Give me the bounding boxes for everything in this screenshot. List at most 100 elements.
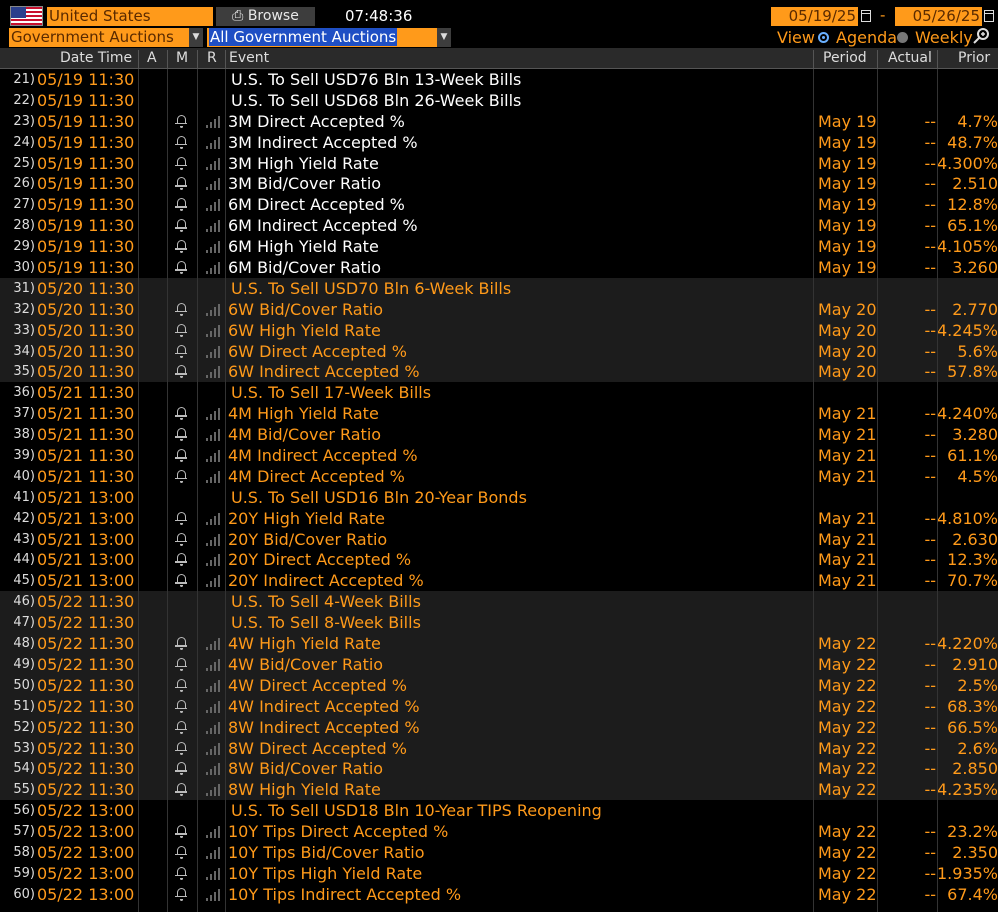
alert-bell-icon[interactable]	[173, 299, 191, 320]
event-name[interactable]: 8W High Yield Rate	[228, 779, 381, 800]
event-name[interactable]: 4W Indirect Accepted %	[228, 696, 420, 717]
table-row[interactable]: 31) 05/20 11:30 U.S. To Sell USD70 Bln 6-W…	[0, 277, 998, 299]
event-name[interactable]: 6W Indirect Accepted %	[228, 361, 420, 382]
event-name[interactable]: 6W Bid/Cover Ratio	[228, 299, 383, 320]
event-name[interactable]: 4M Direct Accepted %	[228, 466, 405, 487]
event-name[interactable]: 10Y Tips Indirect Accepted %	[228, 884, 461, 905]
table-row[interactable]: 45) 05/21 13:00 20Y Indirect Accepted % May…	[0, 570, 998, 591]
category-dropdown-icon[interactable]: ▼	[189, 28, 203, 47]
event-name[interactable]: 3M High Yield Rate	[228, 153, 379, 174]
event-name[interactable]: 8W Bid/Cover Ratio	[228, 758, 383, 779]
event-name[interactable]: 6W High Yield Rate	[228, 320, 381, 341]
agenda-radio[interactable]	[818, 32, 829, 43]
col-prior[interactable]: Prior	[958, 48, 990, 69]
alert-bell-icon[interactable]	[173, 738, 191, 759]
alert-bell-icon[interactable]	[173, 361, 191, 382]
start-date-field[interactable]: 05/19/25	[771, 7, 858, 26]
alert-bell-icon[interactable]	[173, 549, 191, 570]
country-field[interactable]: United States	[47, 7, 213, 26]
event-name[interactable]: 20Y Direct Accepted %	[228, 549, 411, 570]
agenda-label[interactable]: Agenda	[836, 28, 897, 48]
event-name[interactable]: 6M Indirect Accepted %	[228, 215, 418, 236]
table-row[interactable]: 52) 05/22 11:30 8W Indirect Accepted % May …	[0, 716, 998, 738]
subcategory-select[interactable]: All Government Auctions	[207, 28, 437, 47]
event-name[interactable]: 10Y Tips High Yield Rate	[228, 863, 422, 884]
end-calendar-icon[interactable]	[984, 10, 994, 22]
alert-bell-icon[interactable]	[173, 424, 191, 445]
end-date-field[interactable]: 05/26/25	[895, 7, 982, 26]
alert-bell-icon[interactable]	[173, 466, 191, 487]
table-row[interactable]: 58) 05/22 13:00 10Y Tips Bid/Cover Ratio Ma…	[0, 842, 998, 863]
alert-bell-icon[interactable]	[173, 696, 191, 717]
start-calendar-icon[interactable]	[861, 10, 871, 22]
table-row[interactable]: 59) 05/22 13:00 10Y Tips High Yield Rate Ma…	[0, 863, 998, 884]
table-row[interactable]: 29) 05/19 11:30 6M High Yield Rate May 19 --…	[0, 236, 998, 257]
table-row[interactable]: 39) 05/21 11:30 4M Indirect Accepted % May …	[0, 445, 998, 466]
event-group-title[interactable]: U.S. To Sell USD18 Bln 10-Year TIPS Reop…	[231, 800, 602, 821]
table-row[interactable]: 54) 05/22 11:30 8W Bid/Cover Ratio May 22 --…	[0, 758, 998, 780]
col-period[interactable]: Period	[823, 48, 867, 69]
alert-bell-icon[interactable]	[173, 570, 191, 591]
table-row[interactable]: 26) 05/19 11:30 3M Bid/Cover Ratio May 19 --…	[0, 173, 998, 194]
col-actual[interactable]: Actual	[888, 48, 932, 69]
alert-bell-icon[interactable]	[173, 215, 191, 236]
event-name[interactable]: 20Y Indirect Accepted %	[228, 570, 424, 591]
alert-bell-icon[interactable]	[173, 654, 191, 675]
event-name[interactable]: 20Y Bid/Cover Ratio	[228, 529, 387, 550]
event-name[interactable]: 8W Indirect Accepted %	[228, 717, 420, 738]
event-name[interactable]: 4W Direct Accepted %	[228, 675, 407, 696]
table-row[interactable]: 40) 05/21 11:30 4M Direct Accepted % May 21…	[0, 466, 998, 487]
event-name[interactable]: 6M High Yield Rate	[228, 236, 379, 257]
col-r[interactable]: R	[207, 48, 217, 69]
event-name[interactable]: 4W Bid/Cover Ratio	[228, 654, 383, 675]
table-row[interactable]: 35) 05/20 11:30 6W Indirect Accepted % May …	[0, 361, 998, 383]
event-group-title[interactable]: U.S. To Sell USD76 Bln 13-Week Bills	[231, 69, 521, 90]
table-row[interactable]: 24) 05/19 11:30 3M Indirect Accepted % May …	[0, 132, 998, 153]
event-group-title[interactable]: U.S. To Sell USD68 Bln 26-Week Bills	[231, 90, 521, 111]
table-row[interactable]: 34) 05/20 11:30 6W Direct Accepted % May 20…	[0, 340, 998, 362]
alert-bell-icon[interactable]	[173, 717, 191, 738]
event-name[interactable]: 10Y Tips Bid/Cover Ratio	[228, 842, 425, 863]
event-name[interactable]: 4M High Yield Rate	[228, 403, 379, 424]
table-row[interactable]: 60) 05/22 13:00 10Y Tips Indirect Accepted…	[0, 884, 998, 905]
table-row[interactable]: 21) 05/19 11:30 U.S. To Sell USD76 Bln 13-…	[0, 69, 998, 90]
alert-bell-icon[interactable]	[173, 194, 191, 215]
alert-bell-icon[interactable]	[173, 633, 191, 654]
weekly-radio[interactable]	[897, 32, 908, 43]
table-row[interactable]: 27) 05/19 11:30 6M Direct Accepted % May 19…	[0, 194, 998, 215]
alert-bell-icon[interactable]	[173, 821, 191, 842]
event-name[interactable]: 6W Direct Accepted %	[228, 341, 407, 362]
us-flag-icon[interactable]	[10, 6, 43, 26]
event-name[interactable]: 4W High Yield Rate	[228, 633, 381, 654]
alert-bell-icon[interactable]	[173, 153, 191, 174]
table-row[interactable]: 33) 05/20 11:30 6W High Yield Rate May 20 --…	[0, 319, 998, 341]
event-group-title[interactable]: U.S. To Sell 4-Week Bills	[231, 591, 421, 612]
table-row[interactable]: 42) 05/21 13:00 20Y High Yield Rate May 21 -…	[0, 508, 998, 529]
alert-bell-icon[interactable]	[173, 236, 191, 257]
event-group-title[interactable]: U.S. To Sell 17-Week Bills	[231, 382, 431, 403]
table-row[interactable]: 37) 05/21 11:30 4M High Yield Rate May 21 --…	[0, 403, 998, 424]
table-row[interactable]: 44) 05/21 13:00 20Y Direct Accepted % May 2…	[0, 549, 998, 570]
alert-bell-icon[interactable]	[173, 403, 191, 424]
event-name[interactable]: 3M Direct Accepted %	[228, 111, 405, 132]
table-row[interactable]: 23) 05/19 11:30 3M Direct Accepted % May 19…	[0, 111, 998, 132]
alert-bell-icon[interactable]	[173, 341, 191, 362]
event-name[interactable]: 6M Direct Accepted %	[228, 194, 405, 215]
alert-bell-icon[interactable]	[173, 257, 191, 278]
table-row[interactable]: 22) 05/19 11:30 U.S. To Sell USD68 Bln 26-…	[0, 90, 998, 111]
alert-bell-icon[interactable]	[173, 132, 191, 153]
zoom-search-icon[interactable]	[973, 27, 991, 45]
alert-bell-icon[interactable]	[173, 320, 191, 341]
table-row[interactable]: 25) 05/19 11:30 3M High Yield Rate May 19 --…	[0, 153, 998, 174]
alert-bell-icon[interactable]	[173, 842, 191, 863]
alert-bell-icon[interactable]	[173, 675, 191, 696]
table-row[interactable]: 38) 05/21 11:30 4M Bid/Cover Ratio May 21 --…	[0, 424, 998, 445]
table-row[interactable]: 55) 05/22 11:30 8W High Yield Rate May 22 --…	[0, 779, 998, 801]
alert-bell-icon[interactable]	[173, 779, 191, 800]
browse-button[interactable]: ⎙ Browse	[216, 7, 315, 26]
event-name[interactable]: 20Y High Yield Rate	[228, 508, 385, 529]
category-select[interactable]: Government Auctions	[9, 28, 189, 47]
table-row[interactable]: 51) 05/22 11:30 4W Indirect Accepted % May …	[0, 695, 998, 717]
event-group-title[interactable]: U.S. To Sell 8-Week Bills	[231, 612, 421, 633]
table-row[interactable]: 30) 05/19 11:30 6M Bid/Cover Ratio May 19 --…	[0, 257, 998, 278]
